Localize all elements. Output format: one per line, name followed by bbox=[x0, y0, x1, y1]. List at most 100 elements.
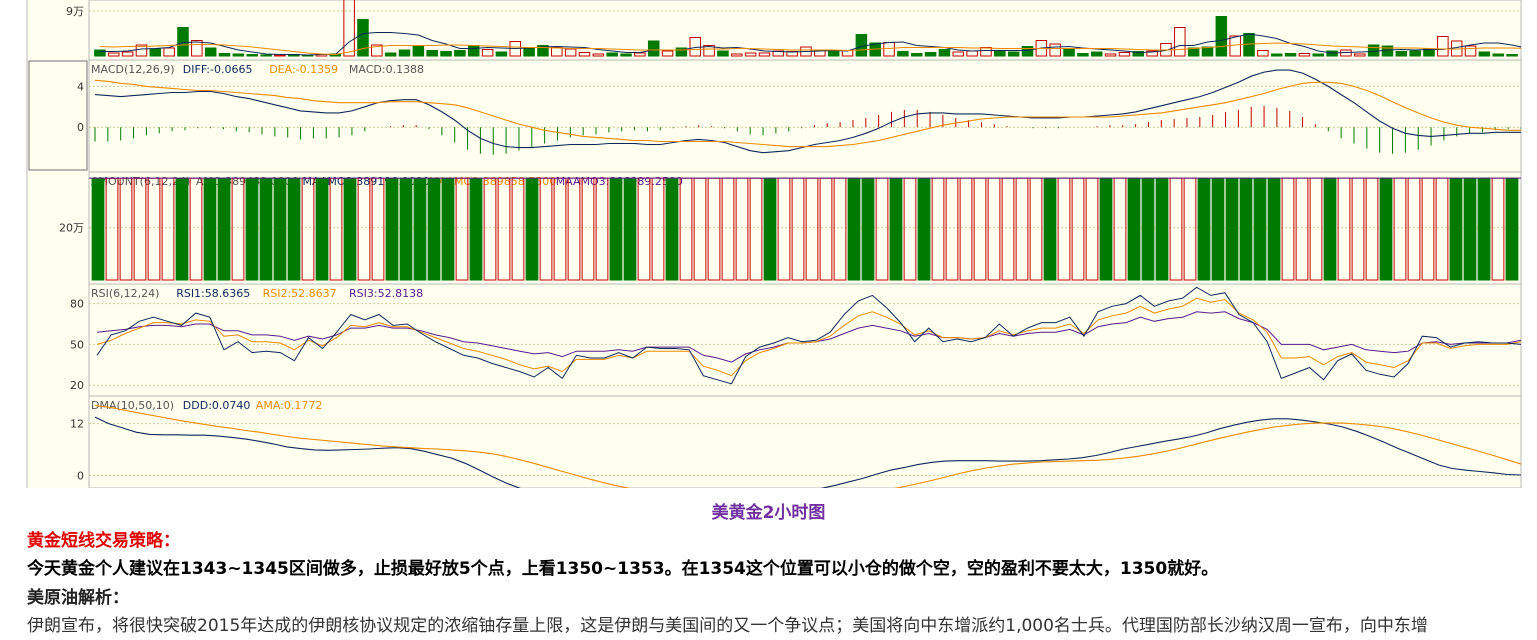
panel-frame-1 bbox=[88, 59, 1522, 173]
amount-bar bbox=[259, 177, 273, 281]
volume-bar bbox=[1201, 46, 1214, 57]
rsi-legend-rsi1: RSI1:58.6365 bbox=[176, 287, 250, 300]
rsi-label: RSI(6,12,24) bbox=[91, 287, 159, 300]
amount-bar bbox=[343, 177, 357, 281]
amount-bar bbox=[609, 177, 623, 281]
amount-bar bbox=[861, 177, 875, 281]
volume-bar bbox=[232, 53, 245, 57]
dma-legend-ddd: DDD:0.0740 bbox=[183, 399, 251, 412]
volume-ytick-0: 9万 bbox=[66, 5, 84, 18]
strategy-text: 今天黄金个人建议在1343~1345区间做多，止损最好放5个点，上看1350~1… bbox=[27, 559, 1219, 579]
amount-ytick-0: 20万 bbox=[59, 222, 84, 235]
volume-bar bbox=[454, 50, 466, 57]
amount-bar bbox=[413, 177, 427, 281]
chart-caption: 美黄金2小时图 bbox=[711, 503, 826, 523]
volume-bar bbox=[620, 53, 632, 57]
amount-bar bbox=[1043, 177, 1057, 281]
amount-bar bbox=[1239, 177, 1253, 281]
volume-bar bbox=[1284, 53, 1297, 57]
amount-bar bbox=[245, 177, 259, 281]
amount-bar bbox=[441, 177, 455, 281]
volume-bar bbox=[897, 51, 909, 57]
volume-bar bbox=[1409, 50, 1421, 57]
dma-ytick-1: 0 bbox=[77, 469, 84, 482]
rsi-ytick-1: 50 bbox=[70, 338, 84, 351]
volume-bar bbox=[523, 48, 535, 57]
amount-bar bbox=[525, 177, 539, 281]
volume-bar bbox=[149, 48, 162, 57]
volume-bar bbox=[924, 52, 937, 57]
macd-legend-diff: DIFF:-0.0665 bbox=[183, 63, 253, 76]
amount-bar bbox=[399, 177, 413, 281]
volume-bar bbox=[1215, 16, 1228, 57]
amount-bar bbox=[623, 177, 637, 281]
macd-ytick-0: 4 bbox=[77, 80, 84, 93]
volume-bar bbox=[398, 49, 411, 57]
volume-bar bbox=[1077, 53, 1089, 57]
volume-bar bbox=[412, 45, 425, 57]
volume-bar bbox=[938, 49, 951, 57]
dma-label: DMA(10,50,10) bbox=[91, 399, 174, 412]
volume-bar bbox=[647, 40, 660, 57]
volume-bar bbox=[94, 49, 106, 57]
amount-bar bbox=[889, 177, 903, 281]
article: 黄金短线交易策略： 今天黄金个人建议在1343~1345区间做多，止损最好放5个… bbox=[27, 528, 1507, 640]
volume-bar bbox=[717, 50, 729, 57]
amount-bar bbox=[1379, 177, 1393, 281]
volume-bar bbox=[218, 53, 231, 57]
amount-bar bbox=[1477, 177, 1491, 281]
amount-bar bbox=[1449, 177, 1463, 281]
chart-svg: 9万 4 0 MACD(12,26,9) DIFF:-0.0665 DEA:-0.1359… bbox=[26, 0, 1522, 488]
macd-label: MACD(12,26,9) bbox=[91, 63, 175, 76]
amount-bar bbox=[917, 177, 931, 281]
volume-bar bbox=[910, 53, 923, 57]
amount-bar bbox=[469, 177, 483, 281]
volume-bar bbox=[994, 50, 1006, 57]
volume-bar bbox=[260, 54, 272, 57]
rsi-ytick-0: 80 bbox=[70, 298, 84, 311]
amount-bar bbox=[1141, 177, 1155, 281]
macd-legend-macd: MACD:0.1388 bbox=[349, 63, 424, 76]
dma-legend-ama: AMA:0.1772 bbox=[256, 399, 323, 412]
amount-bar bbox=[287, 177, 301, 281]
volume-bar bbox=[1478, 51, 1491, 57]
volume-bar bbox=[246, 54, 258, 57]
amount-bar bbox=[1267, 177, 1281, 281]
volume-bar bbox=[827, 51, 840, 57]
rsi-ytick-2: 20 bbox=[70, 379, 84, 392]
oil-subheading: 美原油解析： bbox=[27, 588, 129, 608]
volume-bar bbox=[357, 19, 369, 57]
rsi-legend-rsi3: RSI3:52.8138 bbox=[349, 287, 423, 300]
volume-bar bbox=[1492, 53, 1504, 57]
amount-bar bbox=[175, 177, 189, 281]
amount-bar bbox=[1253, 177, 1267, 281]
amount-bar bbox=[1197, 177, 1211, 281]
amount-bar bbox=[1127, 177, 1141, 281]
amount-bar bbox=[1211, 177, 1225, 281]
dma-ytick-0: 12 bbox=[70, 418, 84, 431]
macd-legend-dea: DEA:-0.1359 bbox=[269, 63, 338, 76]
volume-bar bbox=[177, 27, 189, 57]
amount-bar bbox=[1323, 177, 1337, 281]
amount-bar bbox=[1099, 177, 1113, 281]
strategy-heading: 黄金短线交易策略： bbox=[27, 531, 180, 551]
amount-bar bbox=[1505, 177, 1519, 281]
volume-bar bbox=[1007, 51, 1020, 57]
amount-bar bbox=[385, 177, 399, 281]
volume-bar bbox=[606, 52, 618, 57]
volume-bar bbox=[495, 51, 508, 57]
volume-bar bbox=[1270, 53, 1283, 57]
volume-bar bbox=[440, 51, 452, 57]
volume-bar bbox=[384, 52, 397, 57]
amount-bar bbox=[1155, 177, 1169, 281]
volume-bar bbox=[426, 50, 438, 57]
macd-ytick-1: 0 bbox=[77, 121, 84, 134]
volume-bar bbox=[1090, 51, 1103, 57]
amount-bar bbox=[763, 177, 777, 281]
panel-frame-0 bbox=[88, 0, 1522, 61]
volume-bar bbox=[1063, 48, 1075, 57]
rsi-legend-rsi2: RSI2:52.8637 bbox=[263, 287, 337, 300]
volume-bar bbox=[1395, 51, 1408, 57]
amount-bar bbox=[217, 177, 231, 281]
amount-bar bbox=[273, 177, 287, 281]
